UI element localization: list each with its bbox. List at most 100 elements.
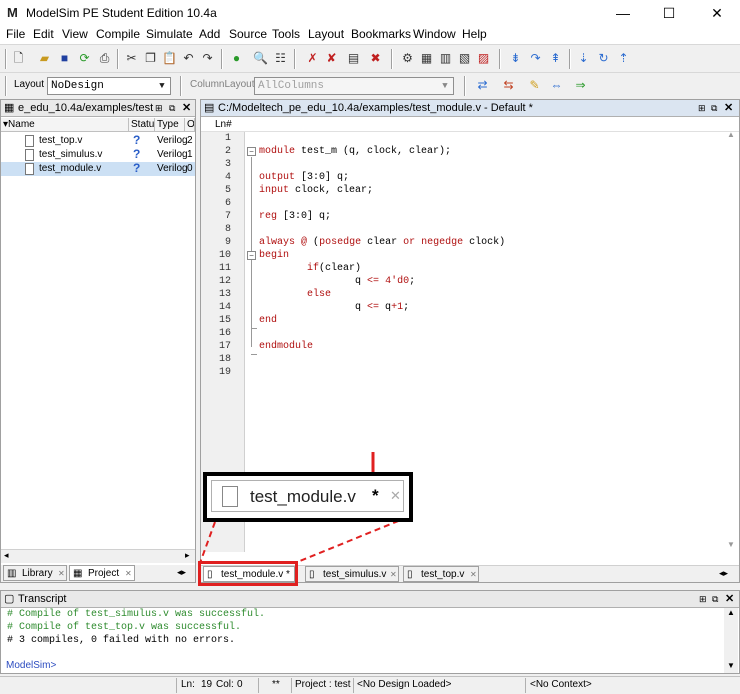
step-out-icon[interactable]: ⇞ <box>547 50 564 67</box>
tab-test-simulus[interactable]: ▯ test_simulus.v ✕ <box>305 566 399 582</box>
column-layout-select[interactable]: AllColumns ▼ <box>254 77 454 95</box>
open-folder-icon[interactable]: ▰ <box>36 50 53 67</box>
code-line: if(clear) <box>307 263 362 274</box>
scroll-down-icon[interactable]: ▼ <box>727 540 735 549</box>
undock-icon[interactable]: ⊞ <box>155 100 163 116</box>
step-into-icon[interactable]: ⇟ <box>507 50 524 67</box>
break-all-icon[interactable]: ▧ <box>456 50 473 67</box>
float-icon[interactable]: ⧉ <box>711 100 717 116</box>
undock-icon[interactable]: ⊞ <box>698 100 706 116</box>
menu-compile[interactable]: Compile <box>96 27 140 41</box>
code-line: begin <box>259 250 290 261</box>
scroll-up-icon[interactable]: ▲ <box>727 608 735 617</box>
simulate-icon[interactable]: ▦ <box>418 50 435 67</box>
save-icon[interactable]: ■ <box>56 50 73 67</box>
step-over-icon[interactable]: ↷ <box>527 50 544 67</box>
undock-icon[interactable]: ⊞ <box>699 591 707 607</box>
transcript-console[interactable]: # Compile of test_simulus.v was successf… <box>1 608 723 673</box>
new-file-icon[interactable]: 🗋 <box>10 50 27 67</box>
project-pane-header: ▦ e_edu_10.4a/examples/test ⊞ ⧉ ✕ <box>1 100 195 117</box>
close-button[interactable]: ✕ <box>694 0 740 26</box>
undo-icon[interactable]: ↶ <box>180 50 197 67</box>
stop-icon[interactable]: ✖ <box>367 50 384 67</box>
wave-insert-icon[interactable]: ⇆ <box>500 77 517 94</box>
close-tab-icon[interactable]: ✕ <box>470 567 477 582</box>
status-unknown-icon: ? <box>133 133 141 147</box>
transcript-line: # Compile of test_top.v was successful. <box>7 622 242 633</box>
close-tab-icon[interactable]: ✕ <box>390 567 397 582</box>
close-tab-icon[interactable]: ✕ <box>58 566 65 581</box>
layout-select-value: NoDesign <box>51 80 104 92</box>
menu-tools[interactable]: Tools <box>272 27 300 41</box>
close-pane-icon[interactable]: ✕ <box>724 100 733 116</box>
menu-simulate[interactable]: Simulate <box>146 27 193 41</box>
compile-all-icon[interactable]: ⚙ <box>399 50 416 67</box>
column-header-type[interactable]: Type <box>155 118 185 132</box>
library-icon[interactable]: ▥ <box>437 50 454 67</box>
go-icon[interactable]: ● <box>228 50 245 67</box>
copy-icon[interactable]: ❐ <box>142 50 159 67</box>
menu-window[interactable]: Window <box>413 27 456 41</box>
menu-bookmarks[interactable]: Bookmarks <box>351 27 411 41</box>
tab-test-top[interactable]: ▯ test_top.v ✕ <box>403 566 479 582</box>
scroll-down-icon[interactable]: ▼ <box>727 661 735 670</box>
maximize-button[interactable]: ☐ <box>646 0 692 26</box>
menu-edit[interactable]: Edit <box>33 27 54 41</box>
menu-view[interactable]: View <box>62 27 88 41</box>
tab-library[interactable]: ▥ Library ✕ <box>3 565 67 581</box>
menu-add[interactable]: Add <box>199 27 220 41</box>
float-icon[interactable]: ⧉ <box>712 591 718 607</box>
chevron-down-icon[interactable]: ▼ <box>154 78 170 94</box>
menu-layout[interactable]: Layout <box>308 27 344 41</box>
scroll-right-icon[interactable]: ▸ <box>185 550 190 561</box>
file-order: 1 <box>187 149 193 160</box>
print-icon[interactable]: ⎙ <box>96 50 113 67</box>
project-file-row[interactable]: test_top.v ? Verilog 2 <box>1 133 195 148</box>
compile-icon[interactable]: ▤ <box>345 50 362 67</box>
window-title: ModelSim PE Student Edition 10.4a <box>26 6 217 20</box>
redo-icon[interactable]: ↷ <box>199 50 216 67</box>
minimize-button[interactable]: — <box>600 0 646 26</box>
menu-file[interactable]: File <box>6 27 25 41</box>
menu-source[interactable]: Source <box>229 27 267 41</box>
file-name: test_top.v <box>39 135 83 146</box>
wave-zoom-icon[interactable]: ⇔ <box>548 77 565 94</box>
wave-cursor-icon[interactable]: ⇒ <box>572 77 589 94</box>
menu-help[interactable]: Help <box>462 27 487 41</box>
horizontal-scrollbar[interactable]: ◂ ▸ <box>1 549 195 563</box>
close-pane-icon[interactable]: ✕ <box>182 100 191 116</box>
menu-bar: File Edit View Compile Simulate Add Sour… <box>0 26 740 44</box>
reload-icon[interactable]: ⟳ <box>76 50 93 67</box>
chevron-down-icon[interactable]: ▼ <box>437 78 453 94</box>
paste-icon[interactable]: 📋 <box>161 50 178 67</box>
break-icon[interactable]: ✗ <box>304 50 321 67</box>
transcript-scrollbar[interactable]: ▲ ▼ <box>724 608 738 673</box>
project-pane-icon: ▦ <box>4 102 15 114</box>
column-icon[interactable]: ☷ <box>272 50 289 67</box>
column-header-status[interactable]: Status <box>129 118 155 132</box>
float-icon[interactable]: ⧉ <box>169 100 175 116</box>
step-into-current-icon[interactable]: ⇣ <box>575 50 592 67</box>
wave-edit-icon[interactable]: ✎ <box>526 77 543 94</box>
tab-scroll-icon[interactable]: ◂▸ <box>719 568 728 579</box>
step-over-current-icon[interactable]: ↻ <box>595 50 612 67</box>
quit-sim-icon[interactable]: ▨ <box>475 50 492 67</box>
status-unknown-icon: ? <box>133 161 141 175</box>
scroll-left-icon[interactable]: ◂ <box>4 550 9 561</box>
close-pane-icon[interactable]: ✕ <box>725 591 734 607</box>
step-out-current-icon[interactable]: ⇡ <box>615 50 632 67</box>
tab-project[interactable]: ▦ Project ✕ <box>69 565 135 581</box>
find-icon[interactable]: 🔍 <box>252 50 269 67</box>
column-header-order[interactable]: O <box>185 118 195 132</box>
status-design: <No Design Loaded> <box>357 679 452 690</box>
column-header-name[interactable]: ▾Name <box>1 118 129 132</box>
clear-break-icon[interactable]: ✘ <box>323 50 340 67</box>
cut-icon[interactable]: ✂ <box>123 50 140 67</box>
layout-select[interactable]: NoDesign ▼ <box>47 77 171 95</box>
project-file-row-selected[interactable]: test_module.v ? Verilog 0 <box>1 161 195 176</box>
wave-add-icon[interactable]: ⇄ <box>474 77 491 94</box>
scroll-up-icon[interactable]: ▲ <box>727 130 735 139</box>
project-file-row[interactable]: test_simulus.v ? Verilog 1 <box>1 147 195 162</box>
close-tab-icon[interactable]: ✕ <box>125 566 132 581</box>
tab-scroll-icon[interactable]: ◂▸ <box>177 567 186 578</box>
